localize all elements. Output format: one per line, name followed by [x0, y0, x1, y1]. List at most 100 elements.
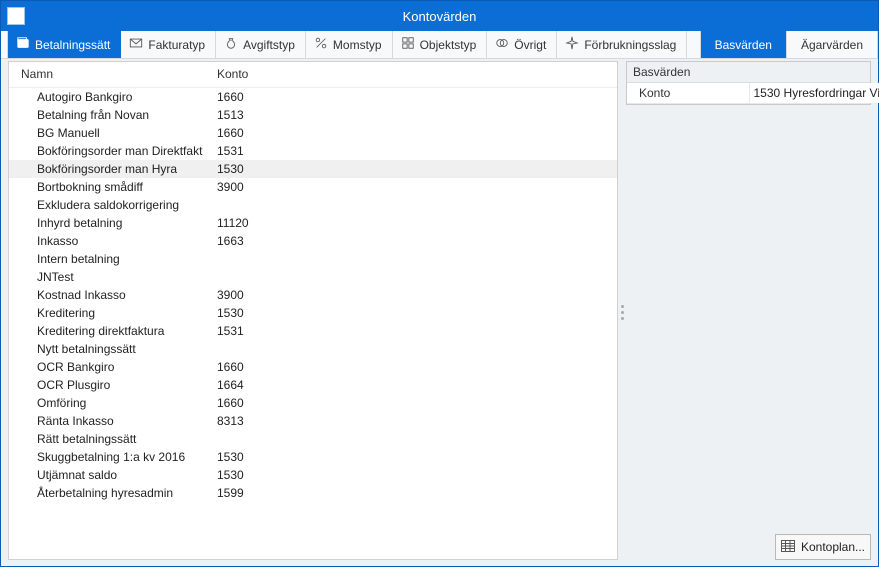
cell-konto: 1530: [217, 162, 337, 176]
table-row[interactable]: Betalning från Novan1513: [9, 106, 617, 124]
tab-label: Momstyp: [333, 38, 382, 52]
tab-label: Betalningssätt: [35, 38, 110, 52]
cell-konto: 1530: [217, 306, 337, 320]
grid-header: Namn Konto: [9, 62, 617, 88]
cell-name: Autogiro Bankgiro: [17, 90, 217, 104]
cell-name: Kreditering direktfaktura: [17, 324, 217, 338]
cell-name: Ränta Inkasso: [17, 414, 217, 428]
table-row[interactable]: Bortbokning smådiff3900: [9, 178, 617, 196]
cell-konto: 3900: [217, 288, 337, 302]
cell-konto: 1664: [217, 378, 337, 392]
table-row[interactable]: Skuggbetalning 1:a kv 20161530: [9, 448, 617, 466]
cell-name: Kostnad Inkasso: [17, 288, 217, 302]
splitter-dot: [621, 305, 624, 308]
table-row[interactable]: Intern betalning: [9, 250, 617, 268]
tab-avgiftstyp[interactable]: Avgiftstyp: [216, 31, 306, 58]
kontoplan-button[interactable]: Kontoplan...: [775, 534, 871, 560]
cell-name: BG Manuell: [17, 126, 217, 140]
konto-input[interactable]: [749, 83, 879, 103]
splitter[interactable]: [618, 59, 626, 566]
table-row[interactable]: Kostnad Inkasso3900: [9, 286, 617, 304]
tab-label: Förbrukningsslag: [584, 38, 676, 52]
column-header-namn[interactable]: Namn: [17, 67, 217, 81]
table-row[interactable]: Ränta Inkasso8313: [9, 412, 617, 430]
cell-name: JNTest: [17, 270, 217, 284]
table-row[interactable]: JNTest: [9, 268, 617, 286]
cell-konto: 1660: [217, 90, 337, 104]
cell-konto: 1599: [217, 486, 337, 500]
cell-konto: 1530: [217, 468, 337, 482]
cell-name: Inkasso: [17, 234, 217, 248]
cell-konto: 1663: [217, 234, 337, 248]
tabbar-spacer: [1, 31, 8, 58]
tab-betalningssatt[interactable]: Betalningssätt: [8, 31, 121, 58]
table-row[interactable]: Autogiro Bankgiro1660: [9, 88, 617, 106]
grid-panel: Namn Konto Autogiro Bankgiro1660Betalnin…: [8, 61, 618, 560]
property-key-konto: Konto: [627, 83, 749, 103]
property-row-konto: Konto: [627, 83, 870, 104]
cell-name: OCR Plusgiro: [17, 378, 217, 392]
cell-name: Nytt betalningssätt: [17, 342, 217, 356]
property-grid: Basvärden Konto: [626, 61, 871, 105]
cell-name: Inhyrd betalning: [17, 216, 217, 230]
cell-konto: 1531: [217, 144, 337, 158]
tab-fakturatyp[interactable]: Fakturatyp: [121, 31, 216, 58]
cell-name: Återbetalning hyresadmin: [17, 486, 217, 500]
splitter-dot: [621, 317, 624, 320]
app-window: Kontovärden Betalningssätt Fakturatyp Av…: [0, 0, 879, 567]
cell-konto: 3900: [217, 180, 337, 194]
table-row[interactable]: Utjämnat saldo1530: [9, 466, 617, 484]
grid-body[interactable]: Autogiro Bankgiro1660Betalning från Nova…: [9, 88, 617, 559]
tab-agarvarden[interactable]: Ägarvärden: [787, 31, 878, 58]
tab-label: Objektstyp: [420, 38, 477, 52]
tab-momstyp[interactable]: Momstyp: [306, 31, 393, 58]
blocks-icon: [401, 36, 415, 53]
table-row[interactable]: Inhyrd betalning11120: [9, 214, 617, 232]
envelope-icon: [129, 36, 143, 53]
table-row[interactable]: Kreditering direktfaktura1531: [9, 322, 617, 340]
tab-label: Avgiftstyp: [243, 38, 295, 52]
splitter-dot: [621, 311, 624, 314]
tab-label: Basvärden: [715, 38, 772, 52]
cell-konto: 1660: [217, 360, 337, 374]
cell-konto: 1660: [217, 126, 337, 140]
table-row[interactable]: OCR Bankgiro1660: [9, 358, 617, 376]
table-row[interactable]: BG Manuell1660: [9, 124, 617, 142]
cell-konto: 1530: [217, 450, 337, 464]
plane-icon: [565, 36, 579, 53]
cell-name: Omföring: [17, 396, 217, 410]
tab-objektstyp[interactable]: Objektstyp: [393, 31, 488, 58]
cell-name: Bokföringsorder man Hyra: [17, 162, 217, 176]
cell-name: Kreditering: [17, 306, 217, 320]
table-row[interactable]: Omföring1660: [9, 394, 617, 412]
table-row[interactable]: Bokföringsorder man Direktfakt1531: [9, 142, 617, 160]
tab-ovrigt[interactable]: Övrigt: [487, 31, 557, 58]
tab-basvarden[interactable]: Basvärden: [701, 31, 787, 58]
table-row[interactable]: OCR Plusgiro1664: [9, 376, 617, 394]
table-row[interactable]: Bokföringsorder man Hyra1530: [9, 160, 617, 178]
moneybag-icon: [224, 36, 238, 53]
wallet-icon: [16, 36, 30, 53]
cell-name: Intern betalning: [17, 252, 217, 266]
tab-label: Ägarvärden: [801, 38, 863, 52]
cell-name: Betalning från Novan: [17, 108, 217, 122]
top-tabbar: Betalningssätt Fakturatyp Avgiftstyp Mom…: [1, 31, 878, 59]
properties-panel: Basvärden Konto: [626, 61, 871, 560]
percent-icon: [314, 36, 328, 53]
table-row[interactable]: Nytt betalningssätt: [9, 340, 617, 358]
cell-name: Bokföringsorder man Direktfakt: [17, 144, 217, 158]
table-row[interactable]: Kreditering1530: [9, 304, 617, 322]
cell-name: Skuggbetalning 1:a kv 2016: [17, 450, 217, 464]
kontoplan-label: Kontoplan...: [801, 540, 865, 554]
table-row[interactable]: Exkludera saldokorrigering: [9, 196, 617, 214]
cell-konto: 8313: [217, 414, 337, 428]
property-category: Basvärden: [627, 62, 870, 83]
table-row[interactable]: Återbetalning hyresadmin1599: [9, 484, 617, 502]
table-row[interactable]: Rätt betalningssätt: [9, 430, 617, 448]
cell-name: OCR Bankgiro: [17, 360, 217, 374]
column-header-konto[interactable]: Konto: [217, 67, 337, 81]
table-row[interactable]: Inkasso1663: [9, 232, 617, 250]
tab-forbrukningsslag[interactable]: Förbrukningsslag: [557, 31, 687, 58]
window-title: Kontovärden: [1, 9, 878, 24]
cell-name: Utjämnat saldo: [17, 468, 217, 482]
